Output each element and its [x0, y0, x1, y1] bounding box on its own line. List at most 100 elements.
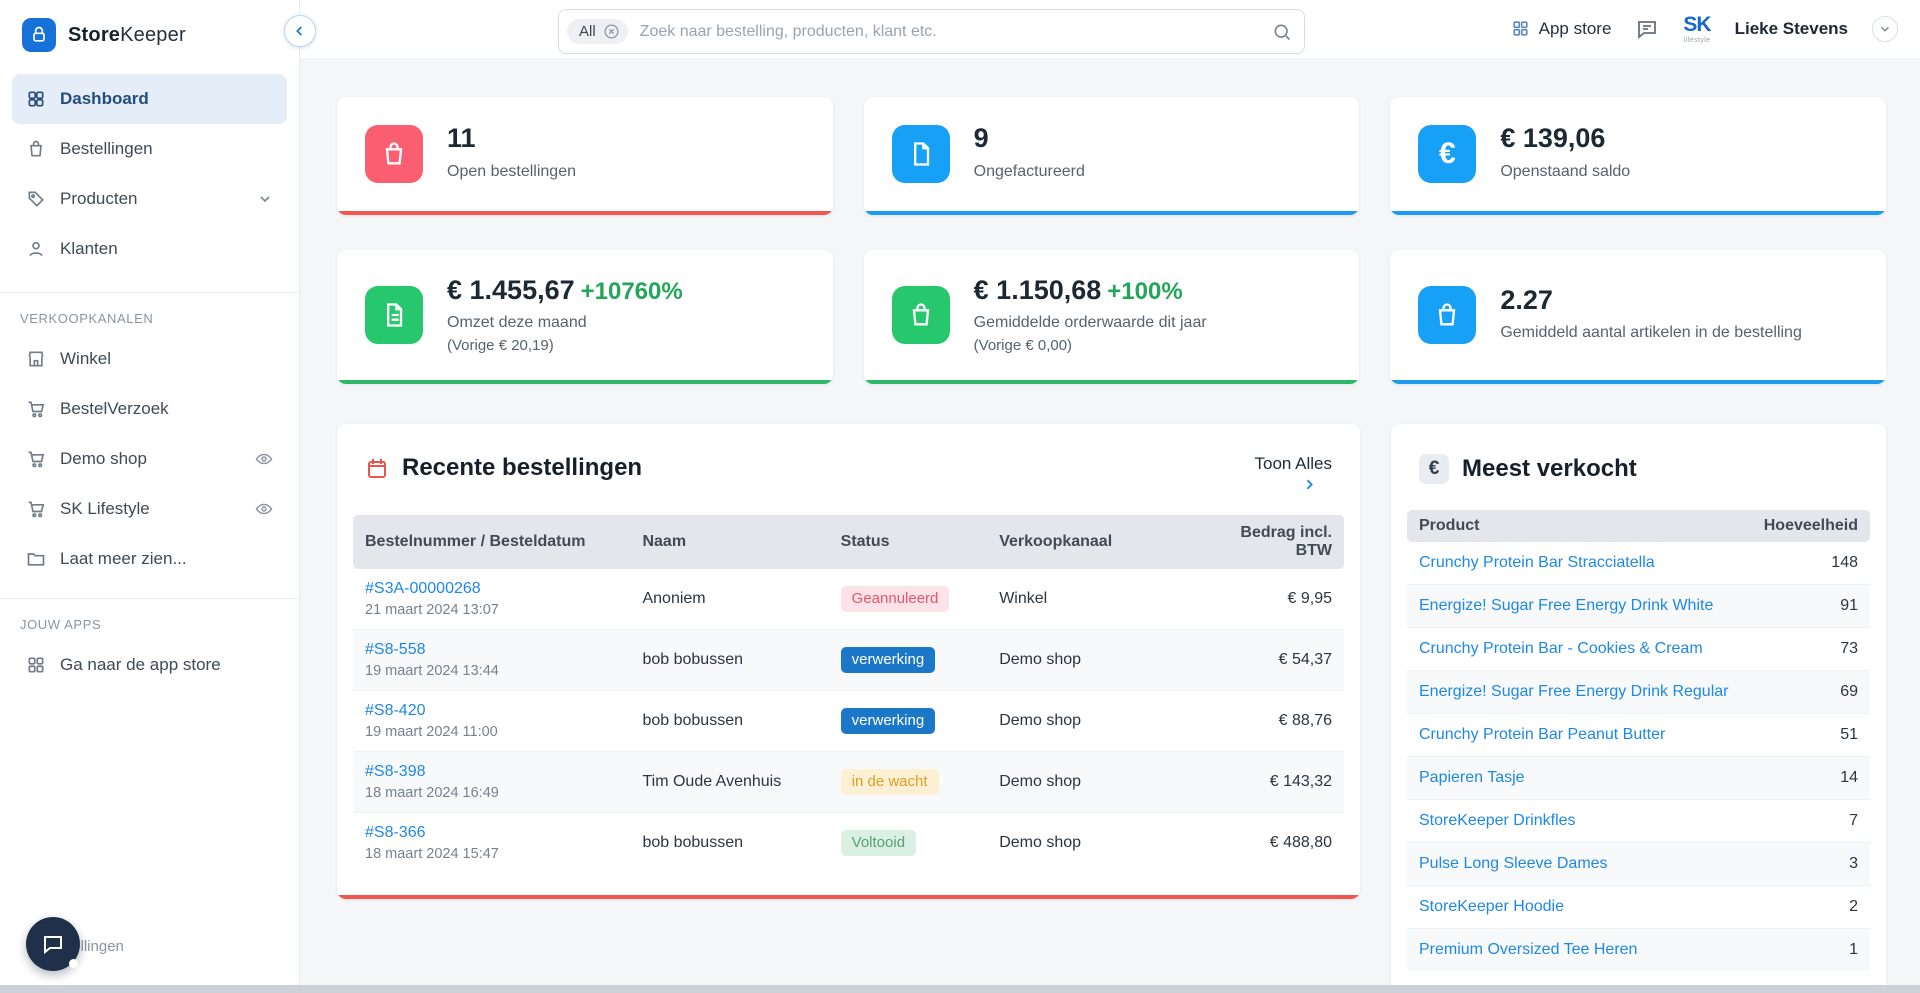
product-qty: 2 [1849, 898, 1858, 915]
apps-section: JOUW APPS Ga naar de app store [0, 598, 299, 690]
list-item[interactable]: Energize! Sugar Free Energy Drink White 9… [1407, 584, 1870, 628]
product-link[interactable]: Pulse Long Sleeve Dames [1419, 855, 1608, 872]
sidebar-bottom: tellingen [0, 903, 299, 973]
sidebar-collapse-button[interactable] [284, 15, 316, 47]
product-link[interactable]: Crunchy Protein Bar Stracciatella [1419, 554, 1655, 571]
user-name[interactable]: Lieke Stevens [1735, 19, 1848, 39]
products-tag-icon [26, 189, 46, 209]
product-link[interactable]: Energize! Sugar Free Energy Drink Regula… [1419, 683, 1728, 700]
product-qty: 148 [1831, 554, 1858, 571]
sidebar-item-sk-lifestyle[interactable]: SK Lifestyle [12, 484, 287, 534]
order-amount: € 88,76 [1278, 712, 1332, 729]
sidebar-item-producten[interactable]: Producten [12, 174, 287, 224]
user-menu-chevron[interactable] [1872, 15, 1898, 42]
table-row[interactable]: #S8-366 18 maart 2024 15:47 bob bobussen … [353, 812, 1344, 874]
column-header: Verkoopkanaal [987, 515, 1196, 569]
table-row[interactable]: #S8-420 19 maart 2024 11:00 bob bobussen … [353, 690, 1344, 752]
stats-grid: 11 Open bestellingen 9 Ongefactureerd € … [337, 96, 1886, 384]
list-item[interactable]: Pulse Long Sleeve Dames 3 [1407, 842, 1870, 886]
section-label-jouw-apps: JOUW APPS [20, 617, 102, 632]
topbar-right: App store SK lifestyle Lieke Stevens [1511, 14, 1920, 44]
order-date: 18 maart 2024 16:49 [365, 785, 499, 801]
search-icon[interactable] [1272, 22, 1292, 42]
order-customer: bob bobussen [642, 834, 743, 851]
product-link[interactable]: Crunchy Protein Bar Peanut Butter [1419, 726, 1665, 743]
list-item[interactable]: Crunchy Protein Bar - Cookies & Cream 73 [1407, 627, 1870, 671]
order-customer: Anoniem [642, 590, 706, 607]
app-store-button[interactable]: App store [1511, 19, 1611, 39]
sidebar-item-bestellingen[interactable]: Bestellingen [12, 124, 287, 174]
invoice-icon [365, 285, 423, 344]
stat-card-uninvoiced: 9 Ongefactureerd [863, 96, 1360, 215]
order-link[interactable]: #S8-420 [365, 702, 426, 719]
table-row[interactable]: #S3A-00000268 21 maart 2024 13:07 Anoniem… [353, 569, 1344, 630]
file-icon [891, 124, 950, 183]
list-item[interactable]: Premium Oversized Tee Heren 1 [1407, 928, 1870, 971]
sidebar-item-winkel[interactable]: Winkel [12, 334, 287, 384]
product-link[interactable]: StoreKeeper Drinkfles [1419, 812, 1576, 829]
column-header: Status [828, 515, 988, 569]
list-item[interactable]: Energize! Sugar Free Energy Drink Regula… [1407, 670, 1870, 714]
order-amount: € 488,80 [1269, 834, 1332, 851]
stat-delta: +100% [1107, 277, 1183, 305]
best-sellers-table: Product Hoeveelheid Crunchy Protein Bar … [1407, 510, 1870, 971]
sidebar-item-klanten[interactable]: Klanten [12, 224, 287, 274]
sidebar-item-label: BestelVerzoek [60, 399, 169, 418]
list-item[interactable]: Crunchy Protein Bar Stracciatella 148 [1407, 542, 1870, 585]
status-badge: Geannuleerd [840, 586, 950, 612]
table-row[interactable]: #S8-398 18 maart 2024 16:49 Tim Oude Aven… [353, 751, 1344, 813]
order-amount: € 143,32 [1269, 773, 1332, 790]
app-root: StoreKeeper Dashboard Bestellingen Produ… [0, 0, 1920, 993]
best-sellers-title: Meest verkocht [1462, 455, 1637, 482]
order-channel: Demo shop [999, 834, 1082, 851]
stat-card-open-orders: 11 Open bestellingen [337, 96, 833, 215]
stat-value: € 1.455,67 [447, 274, 575, 305]
sidebar-item-bestelverzoek[interactable]: BestelVerzoek [12, 384, 287, 434]
dashboard-content: 11 Open bestellingen 9 Ongefactureerd € … [300, 58, 1920, 993]
product-qty: 1 [1849, 941, 1858, 958]
feedback-chat-icon[interactable] [1635, 17, 1659, 41]
sidebar-item-dashboard[interactable]: Dashboard [12, 74, 287, 124]
order-link[interactable]: #S8-558 [365, 641, 426, 658]
eye-icon[interactable] [255, 500, 273, 518]
product-link[interactable]: StoreKeeper Hoodie [1419, 898, 1564, 915]
list-item[interactable]: StoreKeeper Drinkfles 7 [1407, 799, 1870, 843]
stat-label: Omzet deze maand [447, 314, 587, 332]
calendar-icon [365, 456, 389, 480]
stat-label: Gemiddelde orderwaarde dit jaar [973, 314, 1207, 332]
order-channel: Demo shop [999, 712, 1082, 729]
order-link[interactable]: #S3A-00000268 [365, 580, 481, 597]
recent-orders-title: Recente bestellingen [402, 454, 643, 481]
chevron-down-icon[interactable] [257, 191, 273, 207]
stat-label: Ongefactureerd [973, 162, 1085, 180]
sidebar-item-label: Winkel [60, 349, 112, 368]
list-item[interactable]: StoreKeeper Hoodie 2 [1407, 885, 1870, 929]
list-item[interactable]: Papieren Tasje 14 [1407, 756, 1870, 800]
order-amount: € 54,37 [1278, 651, 1332, 668]
product-link[interactable]: Crunchy Protein Bar - Cookies & Cream [1419, 640, 1703, 657]
eye-icon[interactable] [255, 450, 273, 468]
product-link[interactable]: Energize! Sugar Free Energy Drink White [1419, 597, 1713, 614]
status-badge: verwerking [840, 647, 936, 673]
search-input[interactable] [627, 22, 1272, 41]
clear-filter-icon[interactable] [603, 23, 620, 40]
sidebar-item-show-more[interactable]: Laat meer zien... [12, 534, 287, 584]
stat-delta: +10760% [580, 277, 683, 305]
chat-widget-button[interactable] [26, 917, 80, 971]
order-link[interactable]: #S8-366 [365, 824, 426, 841]
show-all-link[interactable]: Toon Alles [1255, 454, 1332, 493]
table-row[interactable]: #S8-558 19 maart 2024 13:44 bob bobussen … [353, 629, 1344, 691]
order-channel: Demo shop [999, 651, 1082, 668]
product-link[interactable]: Papieren Tasje [1419, 769, 1525, 786]
product-link[interactable]: Premium Oversized Tee Heren [1419, 941, 1637, 958]
sidebar-item-label: Demo shop [60, 449, 147, 468]
sidebar-item-label: Producten [60, 189, 138, 208]
order-customer: bob bobussen [642, 651, 743, 668]
order-link[interactable]: #S8-398 [365, 763, 426, 780]
search-filter-pill[interactable]: All [567, 19, 628, 44]
stat-value: 9 [973, 123, 989, 154]
sidebar-item-app-store[interactable]: Ga naar de app store [12, 640, 287, 690]
bag-icon [891, 285, 950, 344]
list-item[interactable]: Crunchy Protein Bar Peanut Butter 51 [1407, 713, 1870, 757]
sidebar-item-demo-shop[interactable]: Demo shop [12, 434, 287, 484]
